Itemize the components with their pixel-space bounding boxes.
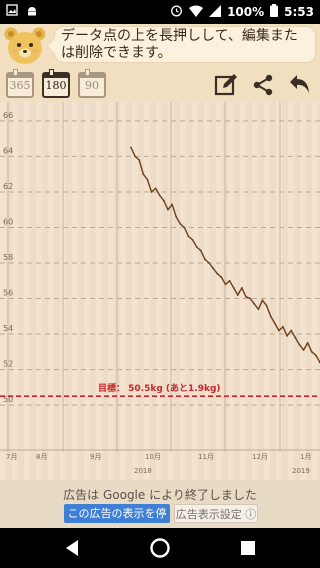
x-month-label: 7月: [6, 453, 17, 461]
data-point[interactable]: [199, 249, 202, 252]
data-point[interactable]: [154, 187, 157, 190]
data-point[interactable]: [294, 336, 297, 339]
period-90-label: 90: [85, 79, 99, 92]
data-point[interactable]: [236, 294, 239, 296]
data-point[interactable]: [269, 315, 272, 318]
android-icon: [26, 4, 38, 19]
stop-ad-button[interactable]: この広告の表示を停止: [64, 504, 170, 539]
data-point[interactable]: [130, 146, 132, 149]
y-tick-label: 60: [3, 217, 13, 226]
battery-icon: [270, 4, 279, 20]
data-point[interactable]: [195, 246, 198, 248]
status-bar: 100% 5:53: [0, 0, 320, 24]
data-point[interactable]: [282, 326, 284, 328]
ad-settings-button[interactable]: 広告表示設定 ⓘ: [174, 504, 258, 523]
x-month-label: 11月: [198, 453, 214, 461]
data-point[interactable]: [204, 258, 206, 261]
battery-percent: 100%: [227, 5, 265, 19]
data-point[interactable]: [220, 276, 223, 279]
data-point[interactable]: [314, 354, 317, 357]
data-point[interactable]: [183, 226, 186, 229]
back-nav-icon[interactable]: [60, 536, 84, 560]
x-month-label: 10月: [145, 453, 161, 461]
target-label: 目標： 50.5kg (あと1.9kg): [98, 382, 221, 394]
ad-banner: 広告は Google により終了しました この広告の表示を停止 広告表示設定 ⓘ: [0, 480, 320, 539]
data-point[interactable]: [273, 322, 276, 325]
data-point[interactable]: [261, 299, 264, 302]
data-point[interactable]: [138, 159, 141, 161]
data-point[interactable]: [265, 304, 268, 307]
x-month-label: 9月: [90, 453, 101, 461]
data-point[interactable]: [249, 297, 252, 300]
y-tick-label: 62: [3, 182, 13, 191]
data-point[interactable]: [241, 286, 243, 289]
data-point[interactable]: [232, 286, 235, 289]
y-tick-label: 58: [3, 253, 13, 262]
data-point[interactable]: [306, 342, 309, 344]
data-point[interactable]: [146, 178, 149, 181]
data-point[interactable]: [187, 235, 190, 238]
toolbar: 365 180 90: [0, 66, 320, 102]
home-nav-icon[interactable]: [148, 536, 172, 560]
data-point[interactable]: [212, 267, 215, 270]
data-point[interactable]: [310, 350, 313, 353]
y-tick-label: 56: [3, 289, 13, 298]
data-point[interactable]: [158, 194, 161, 197]
ad-message: 広告は Google により終了しました: [63, 488, 257, 502]
data-point[interactable]: [228, 279, 231, 282]
period-180-button[interactable]: 180: [42, 69, 70, 98]
period-90-button[interactable]: 90: [78, 69, 106, 98]
edit-icon[interactable]: [213, 72, 239, 98]
y-tick-label: 54: [3, 324, 13, 333]
alarm-icon: [170, 4, 183, 20]
y-tick-label: 66: [3, 111, 13, 120]
data-point[interactable]: [278, 329, 280, 332]
data-point[interactable]: [162, 199, 165, 202]
data-point[interactable]: [302, 349, 305, 351]
clock-time: 5:53: [284, 5, 314, 19]
period-365-label: 365: [9, 79, 31, 92]
data-point[interactable]: [167, 208, 169, 211]
share-icon[interactable]: [250, 72, 276, 98]
data-point[interactable]: [134, 155, 137, 158]
image-notification-icon: [6, 4, 18, 19]
data-point[interactable]: [245, 295, 247, 298]
data-point[interactable]: [175, 215, 178, 218]
data-point[interactable]: [224, 283, 227, 286]
x-month-label: 12月: [252, 453, 268, 461]
tip-bubble: データ点の上を長押しして、編集または削除できます。: [48, 26, 316, 63]
chart-svg: 6664626058565452507月 8月 9月 10月 11月 12月 1月2018 2…: [0, 102, 320, 480]
data-point[interactable]: [286, 334, 289, 337]
data-point[interactable]: [298, 343, 301, 346]
data-point[interactable]: [179, 223, 182, 225]
data-point[interactable]: [142, 173, 145, 176]
data-point[interactable]: [150, 191, 153, 193]
back-arrow-icon[interactable]: [286, 72, 312, 98]
navigation-bar: [0, 528, 320, 568]
data-point[interactable]: [290, 329, 293, 332]
period-180-label: 180: [45, 79, 67, 92]
period-365-button[interactable]: 365: [6, 69, 34, 98]
bear-mascot-icon: [2, 26, 48, 66]
data-point[interactable]: [216, 272, 219, 275]
weight-chart: 66 64 62 60 58 56 54 52 50 7月 8月 9月 10月 11月 12月 1月 2018 2…: [0, 102, 320, 480]
data-point[interactable]: [253, 302, 256, 305]
x-month-label: 8月: [36, 453, 47, 461]
recents-nav-icon[interactable]: [236, 536, 260, 560]
data-point[interactable]: [191, 239, 194, 241]
wifi-icon: [189, 5, 204, 20]
data-point[interactable]: [171, 203, 173, 206]
app-header: データ点の上を長押しして、編集または削除できます。: [0, 24, 320, 66]
y-tick-label: 52: [3, 360, 13, 369]
signal-icon: [209, 4, 222, 20]
x-year-label: 2018: [134, 467, 152, 475]
x-year-label: 2019: [292, 467, 310, 475]
data-point[interactable]: [208, 262, 210, 264]
y-tick-label: 64: [3, 146, 13, 155]
x-month-label: 1月: [300, 453, 311, 461]
data-point[interactable]: [257, 308, 260, 311]
